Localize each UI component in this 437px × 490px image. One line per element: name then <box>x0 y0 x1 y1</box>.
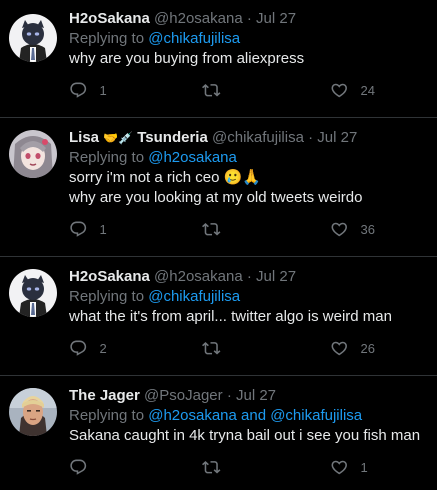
user-handle[interactable]: @PsoJager <box>144 387 223 404</box>
reply-button[interactable]: 1 <box>69 81 107 100</box>
reply-button[interactable]: 2 <box>69 339 107 358</box>
like-count: 26 <box>360 340 375 356</box>
retweet-button[interactable] <box>202 81 233 100</box>
tweet-actions: 1 <box>69 458 429 480</box>
avatar[interactable] <box>9 130 57 178</box>
reply-button[interactable] <box>69 458 100 477</box>
replying-to: Replying to @chikafujilisa <box>69 29 429 49</box>
user-handle[interactable]: @h2osakana <box>154 10 243 27</box>
replying-to-mention[interactable]: @chikafujilisa <box>148 30 240 47</box>
avatar-image <box>9 130 57 178</box>
display-name[interactable]: H2oSakana <box>69 10 150 27</box>
replying-to-mention[interactable]: @h2osakana and @chikafujilisa <box>148 407 362 424</box>
reply-icon <box>70 82 87 98</box>
separator-dot: · <box>246 268 252 285</box>
separator-dot: · <box>308 129 314 146</box>
retweet-icon <box>202 341 221 355</box>
replying-to-label: Replying to <box>69 30 145 47</box>
replying-to-label: Replying to <box>69 149 145 166</box>
replying-to-label: Replying to <box>69 288 145 305</box>
avatar[interactable] <box>9 14 57 62</box>
avatar-image <box>9 388 57 436</box>
name-emoji-badges: 🤝💉 <box>103 131 134 145</box>
reply-count: 2 <box>99 340 107 356</box>
tweet-actions: 2 26 <box>69 339 429 361</box>
tweet-body: H2oSakana @h2osakana · Jul 27 Replying t… <box>69 9 429 103</box>
retweet-button[interactable] <box>202 458 233 477</box>
tweet-text: what the it's from april... twitter algo… <box>69 308 392 325</box>
avatar-image <box>9 14 57 62</box>
replying-to-mention[interactable]: @h2osakana <box>148 149 237 166</box>
reply-count: 1 <box>99 221 107 237</box>
replying-to: Replying to @h2osakana and @chikafujilis… <box>69 406 429 426</box>
like-count: 24 <box>360 82 375 98</box>
heart-icon <box>331 222 347 237</box>
tweet-header: The Jager @PsoJager · Jul 27 <box>69 386 429 406</box>
like-button[interactable]: 24 <box>330 81 375 100</box>
replying-to: Replying to @h2osakana <box>69 148 429 168</box>
tweet-date[interactable]: Jul 27 <box>236 387 276 404</box>
user-handle[interactable]: @chikafujilisa <box>212 129 304 146</box>
like-count: 1 <box>360 459 368 475</box>
separator-dot: · <box>226 387 232 404</box>
replying-to-label: Replying to <box>69 407 145 424</box>
divider <box>0 256 437 257</box>
like-count: 36 <box>360 221 375 237</box>
display-name[interactable]: The Jager <box>69 387 140 404</box>
reply-button[interactable]: 1 <box>69 220 107 239</box>
reply-icon <box>70 459 87 475</box>
display-name[interactable]: Lisa <box>69 129 99 146</box>
tweet-header: H2oSakana @h2osakana · Jul 27 <box>69 267 429 287</box>
heart-icon <box>331 460 347 475</box>
tweet-date[interactable]: Jul 27 <box>256 10 296 27</box>
tweet-body: H2oSakana @h2osakana · Jul 27 Replying t… <box>69 267 429 361</box>
display-name-suffix[interactable]: Tsunderia <box>137 129 208 146</box>
tweet-actions: 1 24 <box>69 81 429 103</box>
tweet-text: why are you buying from aliexpress <box>69 50 305 67</box>
tweet-body: Lisa 🤝💉 Tsunderia @chikafujilisa · Jul 2… <box>69 128 429 242</box>
tweet-actions: 1 36 <box>69 220 429 242</box>
tweet-text: Sakana caught in 4k tryna bail out i see… <box>69 427 421 444</box>
divider <box>0 375 437 376</box>
replying-to-mention[interactable]: @chikafujilisa <box>148 288 240 305</box>
avatar[interactable] <box>9 269 57 317</box>
separator-dot: · <box>246 10 252 27</box>
retweet-button[interactable] <box>202 220 233 239</box>
divider <box>0 117 437 118</box>
avatar-image <box>9 269 57 317</box>
retweet-icon <box>202 83 221 97</box>
avatar[interactable] <box>9 388 57 436</box>
heart-icon <box>331 83 347 98</box>
tweet-header: H2oSakana @h2osakana · Jul 27 <box>69 9 429 29</box>
heart-icon <box>331 341 347 356</box>
like-button[interactable]: 36 <box>330 220 375 239</box>
tweet-text: sorry i'm not a rich ceo 🥲🙏 why are you … <box>69 169 363 206</box>
like-button[interactable]: 26 <box>330 339 375 358</box>
retweet-icon <box>202 222 221 236</box>
reply-icon <box>70 340 87 356</box>
replying-to: Replying to @chikafujilisa <box>69 287 429 307</box>
like-button[interactable]: 1 <box>330 458 368 477</box>
reply-thread: H2oSakana @h2osakana · Jul 27 Replying t… <box>0 0 437 490</box>
user-handle[interactable]: @h2osakana <box>154 268 243 285</box>
reply-count: 1 <box>99 82 107 98</box>
tweet-body: The Jager @PsoJager · Jul 27 Replying to… <box>69 386 429 480</box>
retweet-icon <box>202 460 221 474</box>
tweet-date[interactable]: Jul 27 <box>256 268 296 285</box>
reply-icon <box>70 221 87 237</box>
retweet-button[interactable] <box>202 339 233 358</box>
display-name[interactable]: H2oSakana <box>69 268 150 285</box>
tweet-date[interactable]: Jul 27 <box>317 129 357 146</box>
tweet-header: Lisa 🤝💉 Tsunderia @chikafujilisa · Jul 2… <box>69 128 429 148</box>
